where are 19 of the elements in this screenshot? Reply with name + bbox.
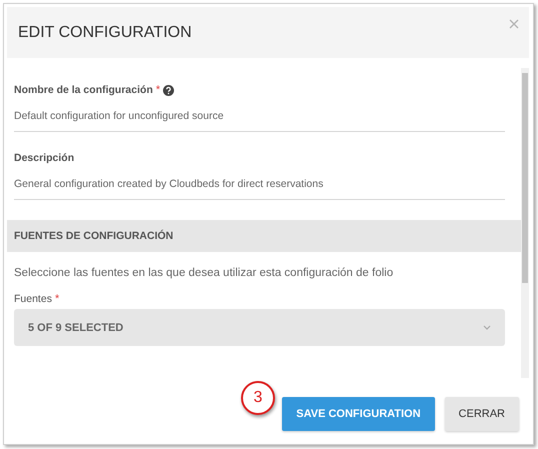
required-marker: * (54, 293, 60, 305)
section-header: FUENTES DE CONFIGURACIÓN (7, 220, 521, 252)
close-button[interactable]: CERRAR (444, 397, 519, 431)
dialog-title: EDIT CONFIGURATION (18, 24, 192, 42)
close-icon[interactable] (509, 19, 519, 29)
help-icon[interactable] (163, 84, 174, 96)
section-description: Seleccione las fuentes en las que desea utilizar esta configuración de folio (14, 267, 394, 279)
sources-dropdown[interactable]: 5 OF 9 SELECTED (14, 309, 505, 346)
input-field[interactable]: General configuration created by Cloudbeds for direct reservations (14, 178, 505, 190)
required-marker: * (156, 84, 160, 96)
save-button[interactable]: SAVE CONFIGURATION (282, 397, 435, 431)
field-label: Nombre de la configuración (14, 84, 153, 96)
scrollbar[interactable] (521, 68, 529, 378)
scrollbar-thumb[interactable] (522, 73, 528, 283)
chevron-down-icon (483, 325, 491, 330)
field-label: Fuentes (14, 293, 52, 305)
input-field[interactable]: Default configuration for unconfigured source (14, 110, 505, 122)
field-label: Descripción (14, 152, 74, 164)
step-badge: 3 (241, 381, 275, 415)
